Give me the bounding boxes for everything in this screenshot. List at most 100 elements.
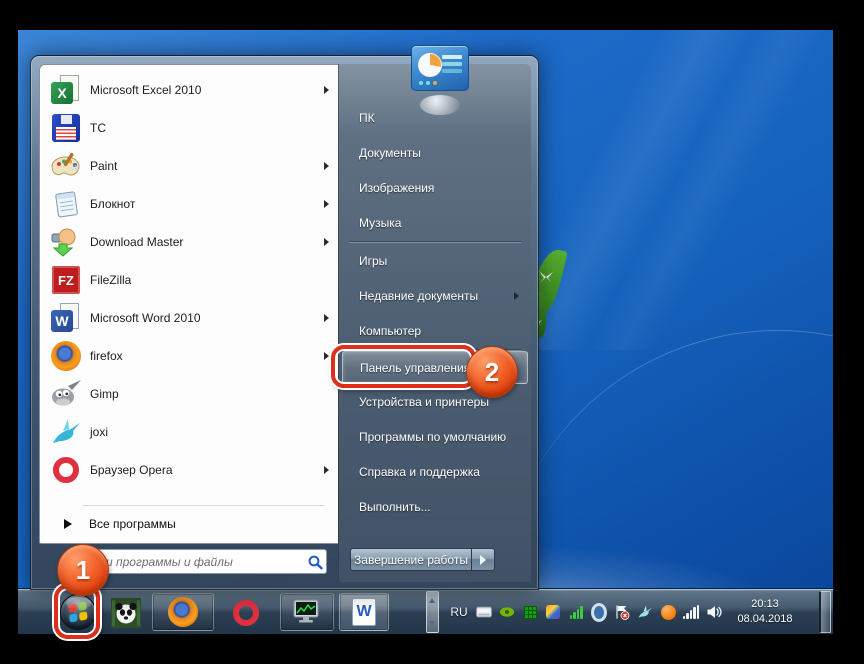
action-center-flag-icon[interactable] <box>614 604 630 620</box>
word-icon: W <box>352 598 376 626</box>
keyboard-icon[interactable] <box>476 604 492 620</box>
submenu-arrow-icon <box>324 200 329 208</box>
language-indicator[interactable]: RU <box>444 589 474 634</box>
word-icon: W <box>50 302 82 334</box>
menu-item-label: Компьютер <box>359 323 422 338</box>
program-label: Gimp <box>90 387 119 401</box>
program-label: Download Master <box>90 235 184 249</box>
chevron-down-icon <box>429 621 435 626</box>
grid-utility-icon[interactable] <box>522 604 538 620</box>
dots-glyph <box>419 81 437 85</box>
shutdown-button[interactable]: Завершение работы <box>350 548 472 571</box>
shutdown-controls: Завершение работы <box>350 548 495 571</box>
program-item-opera[interactable]: Браузер Opera <box>40 451 339 489</box>
menu-item-help-support[interactable]: Справка и поддержка <box>339 454 531 489</box>
system-tray <box>476 589 722 634</box>
menu-item-games[interactable]: Игры <box>339 243 531 278</box>
submenu-arrow-icon <box>514 291 519 300</box>
menu-item-pictures[interactable]: Изображения <box>339 170 531 205</box>
tile-pedestal <box>420 95 460 115</box>
program-item-gimp[interactable]: Gimp <box>40 375 339 413</box>
program-item-firefox[interactable]: firefox <box>40 337 339 375</box>
program-item-tc[interactable]: TC <box>40 109 339 147</box>
paint-icon <box>50 150 82 182</box>
annotation-step-1: 1 <box>57 544 109 596</box>
network-signal-green-icon[interactable] <box>568 604 584 620</box>
program-item-download-master[interactable]: Download Master <box>40 223 339 261</box>
program-item-word[interactable]: W Microsoft Word 2010 <box>40 299 339 337</box>
taskbar-antivirus-panda-button[interactable] <box>110 597 142 629</box>
user-tile <box>409 41 471 121</box>
firefox-icon <box>168 597 198 627</box>
program-label: Блокнот <box>90 197 136 211</box>
shutdown-options-button[interactable] <box>472 548 495 571</box>
start-menu-programs-panel: X Microsoft Excel 2010 TC Paint Блокнот … <box>39 64 340 544</box>
menu-item-computer[interactable]: Компьютер <box>339 313 531 348</box>
avast-icon[interactable] <box>660 604 676 620</box>
menu-item-label: Выполнить... <box>359 499 431 514</box>
start-menu-places-panel: ПК Документы Изображения Музыка Игры Нед… <box>338 64 531 582</box>
desktop: X Microsoft Excel 2010 TC Paint Блокнот … <box>18 30 833 634</box>
submenu-arrow-icon <box>324 314 329 322</box>
program-item-excel[interactable]: X Microsoft Excel 2010 <box>40 71 339 109</box>
program-label: Браузер Opera <box>90 463 173 477</box>
program-item-paint[interactable]: Paint <box>40 147 339 185</box>
nvidia-icon[interactable] <box>499 604 515 620</box>
clock-date: 08.04.2018 <box>737 613 793 625</box>
joxi-bird-icon[interactable] <box>637 604 653 620</box>
search-icon[interactable] <box>306 554 326 570</box>
program-item-notepad[interactable]: Блокнот <box>40 185 339 223</box>
joxi-icon <box>50 416 82 448</box>
menu-item-default-programs[interactable]: Программы по умолчанию <box>339 419 531 454</box>
menu-item-label: Справка и поддержка <box>359 464 480 479</box>
submenu-arrow-icon <box>324 238 329 246</box>
all-programs-button[interactable]: Все программы <box>40 510 339 538</box>
program-label: Paint <box>90 159 118 173</box>
taskbar-system-monitor-button[interactable] <box>280 593 334 631</box>
show-desktop-button[interactable] <box>819 591 831 633</box>
list-bars-glyph <box>442 55 462 76</box>
submenu-arrow-icon <box>324 162 329 170</box>
excel-icon: X <box>50 74 82 106</box>
opera-icon <box>50 454 82 486</box>
all-programs-label: Все программы <box>89 517 176 531</box>
clock-time: 20:13 <box>751 597 779 610</box>
menu-item-recent-documents[interactable]: Недавние документы <box>339 278 531 313</box>
menu-item-label: Музыка <box>359 215 402 230</box>
program-item-filezilla[interactable]: FZ FileZilla <box>40 261 339 299</box>
filezilla-icon: FZ <box>50 264 82 296</box>
screenshot-lens-icon[interactable] <box>591 602 607 622</box>
menu-item-music[interactable]: Музыка <box>339 205 531 240</box>
menu-separator <box>82 505 325 506</box>
taskbar-opera-button[interactable] <box>228 597 264 629</box>
firefox-icon <box>50 340 82 372</box>
taskbar-clock[interactable]: 20:13 08.04.2018 <box>718 589 812 634</box>
menu-item-label: Документы <box>359 145 421 160</box>
submenu-arrow-icon <box>324 466 329 474</box>
control-panel-icon <box>411 45 469 91</box>
program-label: FileZilla <box>90 273 132 287</box>
chevron-up-icon <box>429 598 435 603</box>
submenu-arrow-icon <box>324 352 329 360</box>
program-label: joxi <box>90 425 109 439</box>
menu-item-label: Программы по умолчанию <box>359 429 507 444</box>
program-item-joxi[interactable]: joxi <box>40 413 339 451</box>
notepad-icon <box>50 188 82 220</box>
show-hidden-icons-button[interactable] <box>426 591 439 633</box>
monitor-icon <box>293 599 319 623</box>
panda-icon <box>111 598 141 628</box>
menu-item-documents[interactable]: Документы <box>339 135 531 170</box>
taskbar-firefox-button[interactable] <box>152 593 214 631</box>
menu-item-run[interactable]: Выполнить... <box>339 489 531 524</box>
shutdown-arrow-icon <box>480 554 486 565</box>
network-signal-white-icon[interactable] <box>682 604 700 620</box>
menu-item-label: Недавние документы <box>359 288 479 303</box>
annotation-step-2: 2 <box>466 346 518 398</box>
download-master-tray-icon[interactable] <box>545 604 561 620</box>
taskbar-word-button[interactable]: W <box>339 593 389 631</box>
pie-chart-glyph <box>418 53 442 77</box>
program-list: X Microsoft Excel 2010 TC Paint Блокнот … <box>40 71 339 489</box>
program-label: TC <box>90 121 106 135</box>
program-label: Microsoft Excel 2010 <box>90 83 202 97</box>
opera-icon <box>233 600 259 626</box>
